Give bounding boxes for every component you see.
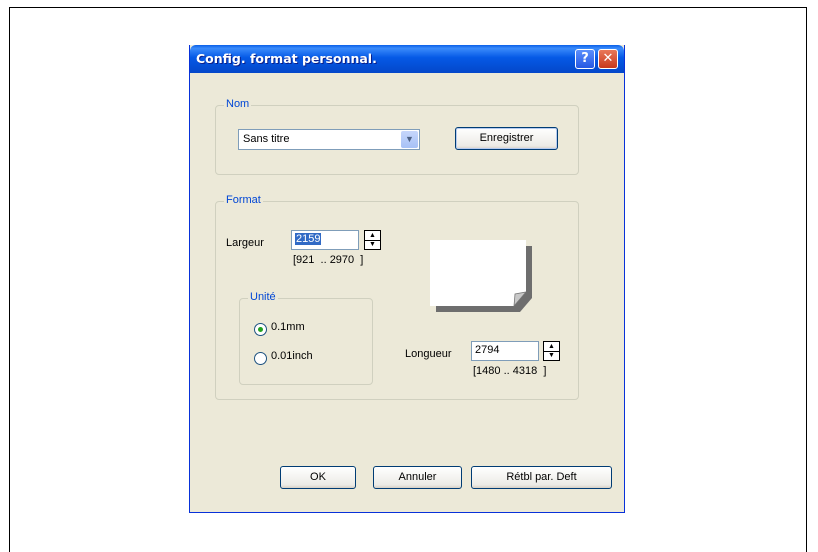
spin-down-icon[interactable]: ▼ (544, 351, 559, 360)
close-button[interactable]: ✕ (598, 49, 618, 69)
length-input[interactable]: 2794 (471, 341, 539, 361)
width-range: [921 .. 2970 ] (293, 254, 364, 266)
cancel-button-label: Annuler (398, 471, 437, 483)
name-select[interactable]: Sans titre ▼ (238, 129, 420, 150)
save-button[interactable]: Enregistrer (455, 127, 558, 150)
reset-default-button-label: Rétbl par. Deft (506, 471, 577, 483)
name-group: Nom Sans titre ▼ Enregistrer (215, 98, 579, 175)
unit-group-legend: Unité (248, 291, 278, 303)
name-group-legend: Nom (224, 98, 252, 110)
help-button[interactable]: ? (575, 49, 595, 69)
spin-down-icon[interactable]: ▼ (365, 240, 380, 249)
dialog-titlebar[interactable]: Config. format personnal. ? ✕ (190, 45, 624, 73)
custom-format-dialog: Config. format personnal. ? ✕ Nom Sans t… (189, 45, 625, 513)
reset-default-button[interactable]: Rétbl par. Deft (471, 466, 612, 489)
width-input-value: 2159 (295, 233, 322, 245)
format-group-legend: Format (224, 194, 263, 206)
name-select-value: Sans titre (243, 133, 290, 145)
ok-button[interactable]: OK (280, 466, 356, 489)
length-range: [1480 .. 4318 ] (473, 365, 547, 377)
unit-radio-mm[interactable] (254, 323, 267, 336)
save-button-label: Enregistrer (479, 132, 534, 144)
width-input[interactable]: 2159 (291, 230, 359, 250)
close-icon: ✕ (602, 51, 614, 66)
ok-button-label: OK (310, 471, 326, 483)
unit-group: Unité 0.1mm 0.01inch (239, 291, 373, 385)
unit-radio-inch[interactable] (254, 352, 267, 365)
width-label: Largeur (226, 237, 264, 249)
cancel-button[interactable]: Annuler (373, 466, 462, 489)
unit-option-mm[interactable]: 0.1mm (271, 321, 305, 333)
paper-preview-icon (430, 240, 532, 312)
length-spinner[interactable]: ▲ ▼ (543, 341, 560, 361)
width-spinner[interactable]: ▲ ▼ (364, 230, 381, 250)
unit-option-inch[interactable]: 0.01inch (271, 350, 313, 362)
chevron-down-icon[interactable]: ▼ (401, 131, 418, 148)
help-icon: ? (581, 51, 589, 66)
dialog-title: Config. format personnal. (196, 51, 377, 66)
length-input-value: 2794 (475, 344, 500, 356)
length-label: Longueur (405, 348, 452, 360)
